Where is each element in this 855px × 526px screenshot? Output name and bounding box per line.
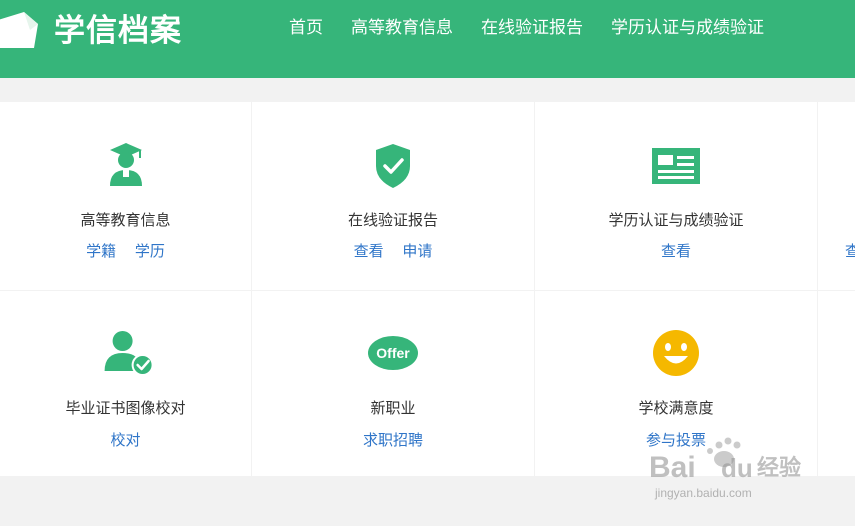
watermark-url: jingyan.baidu.com xyxy=(654,486,752,500)
card-higher-education: 高等教育信息 学籍 学历 xyxy=(0,102,251,290)
user-check-icon xyxy=(104,331,154,376)
baidu-jingyan-watermark: Bai du 经验 jingyan.baidu.com xyxy=(649,437,801,500)
card-title: 在线验证报告 xyxy=(347,211,438,229)
card-title: 新职业 xyxy=(370,399,416,417)
card-partial-2 xyxy=(818,291,855,476)
offer-icon: Offer xyxy=(368,336,418,370)
card-partial: 查 xyxy=(818,102,855,290)
card-title: 学校满意度 xyxy=(638,399,714,417)
card-new-career: Offer 新职业 求职招聘 xyxy=(252,291,534,476)
top-header: 学信档案 首页 高等教育信息 在线验证报告 学历认证与成绩验证 xyxy=(0,0,855,78)
card-degree-verification: 学历认证与成绩验证 查看 xyxy=(535,102,817,290)
watermark-brand2: du xyxy=(721,453,753,483)
card-links: 查看 xyxy=(535,240,817,261)
card-online-report: 在线验证报告 查看 申请 xyxy=(252,102,534,290)
graduate-cap-icon xyxy=(109,143,142,186)
nav-item-home[interactable]: 首页 xyxy=(289,15,323,41)
logo-mark-icon xyxy=(0,12,38,48)
nav-item-higher-education[interactable]: 高等教育信息 xyxy=(351,15,453,41)
link-view-partial[interactable]: 查 xyxy=(845,242,855,260)
card-links: 查 xyxy=(845,240,855,261)
logo-text: 学信档案 xyxy=(54,13,182,49)
watermark-cn: 经验 xyxy=(757,455,801,481)
link-job-search[interactable]: 求职招聘 xyxy=(363,431,423,449)
card-title: 毕业证书图像校对 xyxy=(65,399,186,417)
card-links: 校对 xyxy=(0,429,251,450)
watermark-brand: Bai xyxy=(649,451,696,484)
card-title: 高等教育信息 xyxy=(80,211,171,229)
link-proofread[interactable]: 校对 xyxy=(110,431,140,449)
nav-item-degree-verification[interactable]: 学历认证与成绩验证 xyxy=(611,15,764,41)
offer-icon-text: Offer xyxy=(376,345,410,361)
link-view[interactable]: 查看 xyxy=(661,242,691,260)
link-apply[interactable]: 申请 xyxy=(402,242,432,260)
link-view[interactable]: 查看 xyxy=(354,242,384,260)
main-nav: 首页 高等教育信息 在线验证报告 学历认证与成绩验证 xyxy=(289,15,792,41)
link-student-status[interactable]: 学籍 xyxy=(86,242,116,260)
card-links: 求职招聘 xyxy=(252,429,534,450)
card-title: 学历认证与成绩验证 xyxy=(608,211,744,229)
card-links: 查看 申请 xyxy=(252,240,534,261)
card-links: 学籍 学历 xyxy=(0,240,251,261)
shield-check-icon xyxy=(376,144,410,188)
link-degree[interactable]: 学历 xyxy=(135,242,165,260)
nav-item-online-report[interactable]: 在线验证报告 xyxy=(481,15,583,41)
smiley-icon xyxy=(653,330,699,376)
id-card-icon xyxy=(652,148,700,184)
card-certificate-proofread: 毕业证书图像校对 校对 xyxy=(0,291,251,476)
